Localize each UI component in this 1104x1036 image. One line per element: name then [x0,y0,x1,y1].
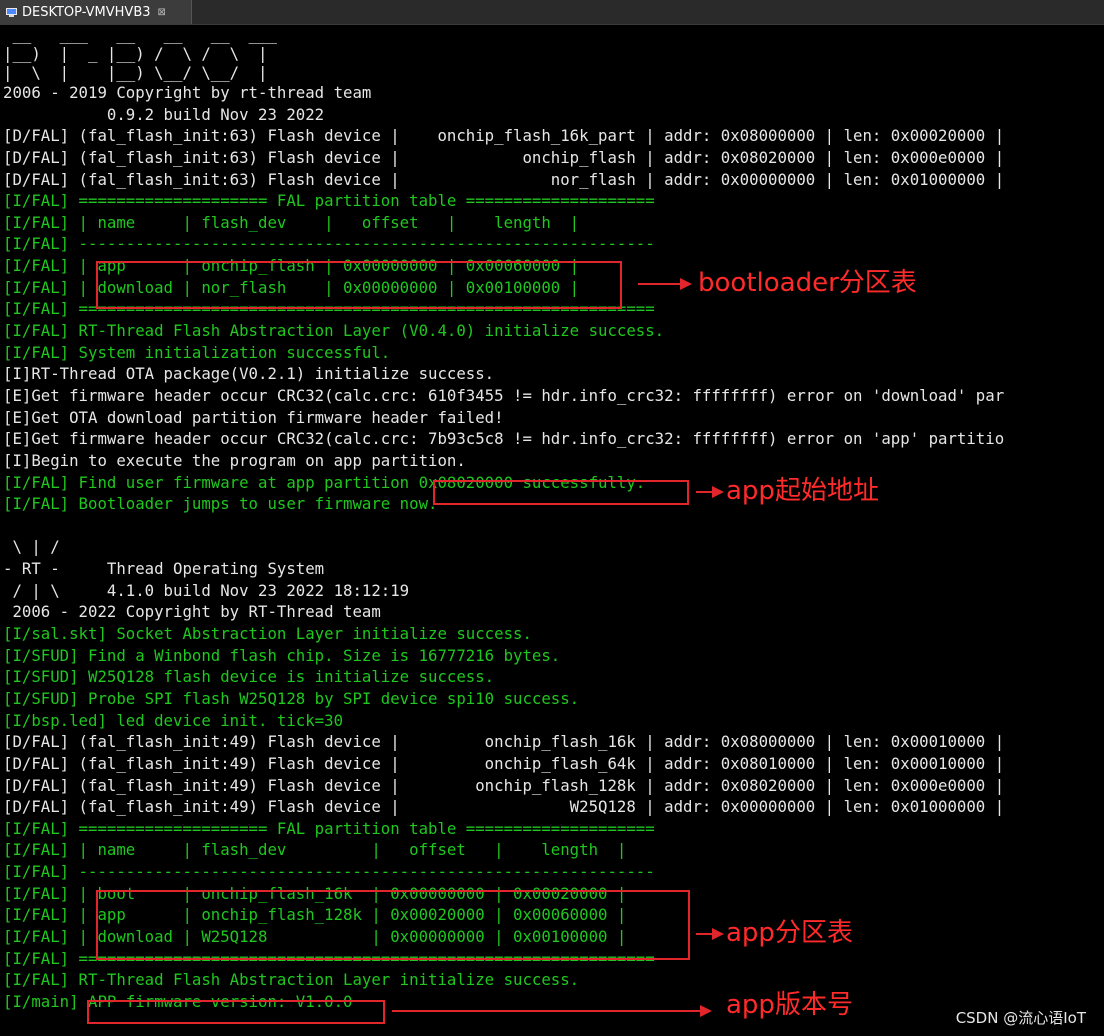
console-line: [I/FAL] System initialization successful… [3,342,391,362]
console-line: [I/FAL] ================================… [3,299,655,319]
csdn-watermark: CSDN @流心语IoT [955,1009,1086,1027]
console-line: [I/FAL] RT-Thread Flash Abstraction Laye… [3,321,665,341]
console-line: [I]Begin to execute the program on app p… [3,450,466,470]
console-line: 2006 - 2022 Copyright by RT-Thread team [3,602,381,622]
console-line: 0.9.2 build Nov 23 2022 [3,104,325,124]
console-line: [I/FAL] | boot | onchip_flash_16k | 0x00… [3,883,627,903]
console-line: [D/FAL] (fal_flash_init:49) Flash device… [3,732,1005,752]
console-line: 2006 - 2019 Copyright by rt-thread team [3,83,372,102]
monitor-icon [6,7,17,17]
console-line: [I/FAL] ================================… [3,948,655,968]
console-line: \ | / [3,537,60,557]
ascii-art-line: |__) | _ |__) / \ / \ | [3,44,268,63]
console-line: [I/FAL] | name | flash_dev | offset | le… [3,840,627,860]
console-line: [D/FAL] (fal_flash_init:63) Flash device… [3,126,1005,146]
ascii-art-line: | \ | |__) \__/ \__/ | [3,63,268,82]
console-line: [I/FAL] Find user firmware at app partit… [3,472,646,492]
console-line: [D/FAL] (fal_flash_init:49) Flash device… [3,797,1005,817]
console-line: [I/FAL] RT-Thread Flash Abstraction Laye… [3,970,580,990]
console-line: [I/FAL] --------------------------------… [3,234,655,254]
app-start-arrow [696,486,724,498]
ascii-art-line: __ ___ __ __ __ ___ [3,25,277,44]
console-line: [I/sal.skt] Socket Abstraction Layer ini… [3,624,532,644]
app-table-annotation: app分区表 [726,918,853,948]
console-line: [I]RT-Thread OTA package(V0.2.1) initial… [3,364,495,384]
app-version-annotation: app版本号 [726,990,853,1020]
console-line: [I/bsp.led] led device init. tick=30 [3,710,344,730]
console-line: [D/FAL] (fal_flash_init:49) Flash device… [3,753,1005,773]
console-line: [D/FAL] (fal_flash_init:63) Flash device… [3,169,1005,189]
console-line: [E]Get firmware header occur CRC32(calc.… [3,429,1005,449]
console-line: [I/FAL] | download | nor_flash | 0x00000… [3,277,580,297]
console-line: - RT - Thread Operating System [3,559,325,579]
app-table-arrow [696,928,724,940]
tab-bar: DESKTOP-VMVHVB3 ⊠ [0,0,1104,25]
tab-title: DESKTOP-VMVHVB3 [22,4,151,20]
console-line: / | \ 4.1.0 build Nov 23 2022 18:12:19 [3,580,410,600]
console-line: [I/FAL] | download | W25Q128 | 0x0000000… [3,926,627,946]
bootloader-table-arrow [638,278,692,290]
terminal-output[interactable]: __ ___ __ __ __ ___ |__) | _ |__) / \ / … [0,25,1104,1013]
close-icon[interactable]: ⊠ [158,7,166,18]
console-line: [I/SFUD] Find a Winbond flash chip. Size… [3,645,561,665]
console-line: [I/SFUD] Probe SPI flash W25Q128 by SPI … [3,688,580,708]
console-line: [E]Get OTA download partition firmware h… [3,407,504,427]
tab-desktop-session[interactable]: DESKTOP-VMVHVB3 ⊠ [0,0,192,24]
console-lines: 2006 - 2019 Copyright by rt-thread team … [0,82,1104,1013]
app-version-arrow [392,1005,712,1017]
console-line: [I/FAL] | app | onchip_flash_128k | 0x00… [3,905,627,925]
console-line: [E]Get firmware header occur CRC32(calc.… [3,385,1005,405]
console-line: [I/FAL] --------------------------------… [3,862,655,882]
console-line: [I/FAL] | name | flash_dev | offset | le… [3,212,580,232]
rt-boot-ascii-logo: __ ___ __ __ __ ___ |__) | _ |__) / \ / … [0,25,1104,82]
app-start-annotation: app起始地址 [726,476,879,506]
bootloader-table-annotation: bootloader分区表 [698,268,917,298]
console-line: [D/FAL] (fal_flash_init:63) Flash device… [3,147,1005,167]
console-line: [I/FAL] ==================== FAL partiti… [3,191,655,211]
console-line: [D/FAL] (fal_flash_init:49) Flash device… [3,775,1005,795]
console-line: [I/FAL] Bootloader jumps to user firmwar… [3,494,438,514]
console-line: [I/SFUD] W25Q128 flash device is initial… [3,667,495,687]
console-line: [I/FAL] | app | onchip_flash | 0x0000000… [3,256,580,276]
console-line: [I/FAL] ==================== FAL partiti… [3,818,655,838]
